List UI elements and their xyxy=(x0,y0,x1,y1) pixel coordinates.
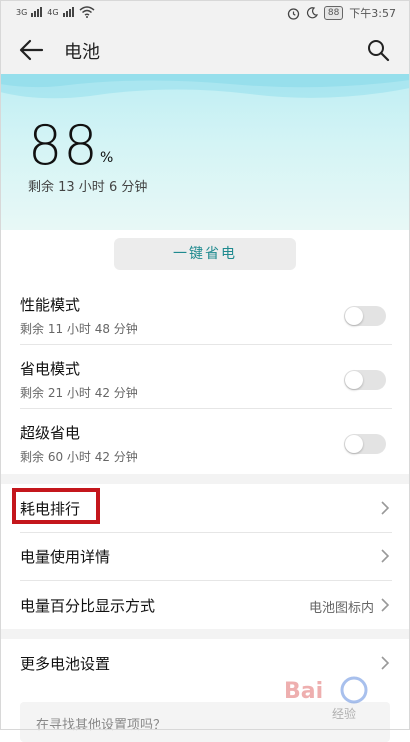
section-gap xyxy=(0,474,410,484)
super-save-mode-toggle[interactable] xyxy=(344,434,386,454)
wave-decoration xyxy=(0,74,410,99)
alarm-icon xyxy=(287,7,299,20)
divider xyxy=(20,408,392,409)
mode-row-power-save: 省电模式 剩余 21 小时 42 分钟 xyxy=(0,348,410,412)
clock: 下午3:57 xyxy=(349,7,396,20)
signal-bars-icon xyxy=(62,7,74,17)
row-label: 电量使用详情 xyxy=(20,548,111,566)
row-label: 更多电池设置 xyxy=(20,655,111,673)
app-bar: 电池 xyxy=(0,26,410,74)
mode-row-super-save: 超级省电 剩余 60 小时 42 分钟 xyxy=(0,412,410,476)
suggestion-text: 在寻找其他设置项吗？ xyxy=(36,718,167,733)
one-key-save-button[interactable]: 一键省电 xyxy=(114,238,296,270)
wifi-icon xyxy=(79,6,95,18)
mode-title: 省电模式 xyxy=(20,360,81,378)
svg-text:Bai: Bai xyxy=(284,679,323,704)
mode-subtitle: 剩余 11 小时 48 分钟 xyxy=(20,322,138,336)
status-bar: 3G 4G 88 下午3:57 xyxy=(0,0,410,26)
chevron-right-icon xyxy=(381,549,390,563)
chevron-right-icon xyxy=(381,501,390,515)
performance-mode-toggle[interactable] xyxy=(344,306,386,326)
percent-display-row[interactable]: 电量百分比显示方式 电池图标内 xyxy=(0,581,410,629)
signal-bars-icon xyxy=(31,7,43,17)
mode-subtitle: 剩余 60 小时 42 分钟 xyxy=(20,450,138,464)
mode-row-performance: 性能模式 剩余 11 小时 48 分钟 xyxy=(0,284,410,348)
signal-4g-label: 4G xyxy=(47,7,59,17)
row-label: 电量百分比显示方式 xyxy=(20,597,156,615)
status-right: 88 下午3:57 xyxy=(287,5,396,21)
battery-indicator: 88 xyxy=(323,6,344,20)
toggle-knob xyxy=(345,435,363,453)
battery-percent: 88 xyxy=(28,114,99,177)
mode-subtitle: 剩余 21 小时 42 分钟 xyxy=(20,386,138,400)
usage-details-row[interactable]: 电量使用详情 xyxy=(0,532,410,580)
battery-hero: 88 % 剩余 13 小时 6 分钟 xyxy=(0,74,410,230)
toggle-knob xyxy=(345,371,363,389)
divider xyxy=(20,344,392,345)
toggle-knob xyxy=(345,307,363,325)
signal-3g-label: 3G xyxy=(16,7,28,17)
power-ranking-row[interactable]: 耗电排行 xyxy=(0,484,410,532)
svg-text:经验: 经验 xyxy=(332,706,356,721)
back-arrow-icon[interactable] xyxy=(18,38,44,62)
remaining-time: 剩余 13 小时 6 分钟 xyxy=(28,180,148,195)
mode-title: 超级省电 xyxy=(20,424,81,442)
power-save-mode-toggle[interactable] xyxy=(344,370,386,390)
chevron-right-icon xyxy=(381,598,390,612)
mode-title: 性能模式 xyxy=(20,296,81,314)
row-label: 耗电排行 xyxy=(20,500,81,518)
moon-icon xyxy=(306,7,318,19)
row-value: 电池图标内 xyxy=(308,601,374,616)
search-icon[interactable] xyxy=(366,38,390,62)
watermark-logo: Bai 经验 xyxy=(284,676,368,721)
status-left: 3G 4G xyxy=(16,6,95,18)
page-title: 电池 xyxy=(64,42,100,63)
percent-sign: % xyxy=(100,150,114,166)
section-gap xyxy=(0,629,410,639)
